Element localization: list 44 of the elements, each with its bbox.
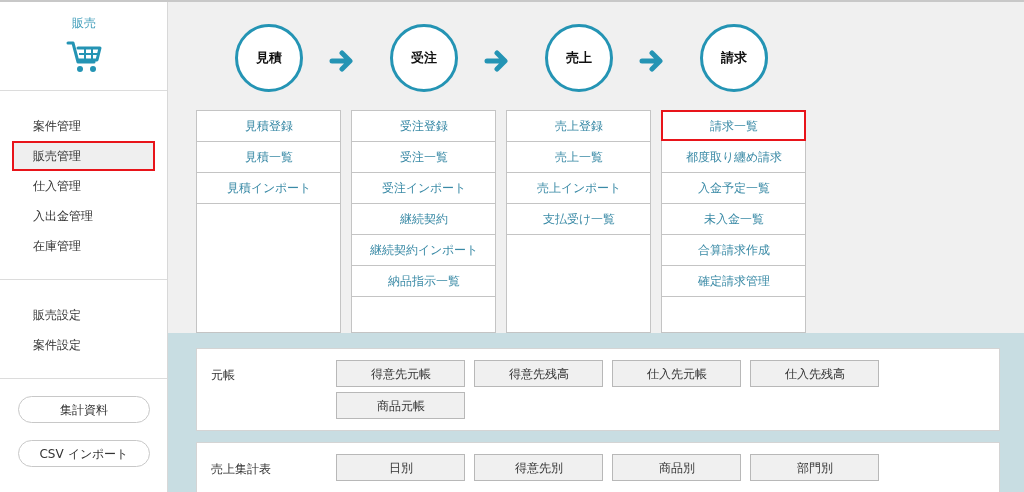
menu-link[interactable]: 継続契約 bbox=[352, 204, 495, 235]
report-button[interactable]: 得意先別 bbox=[474, 454, 603, 481]
menu-link[interactable]: 見積一覧 bbox=[197, 142, 340, 173]
sidebar-item[interactable]: 入出金管理 bbox=[12, 201, 155, 231]
menu-link[interactable]: 受注登録 bbox=[352, 111, 495, 142]
menu-link[interactable]: 見積登録 bbox=[197, 111, 340, 142]
sidebar-item[interactable]: 仕入管理 bbox=[12, 171, 155, 201]
menu-link[interactable]: 請求一覧 bbox=[661, 110, 806, 141]
report-button[interactable]: 仕入先元帳 bbox=[612, 360, 741, 387]
shopping-cart-icon bbox=[65, 40, 102, 74]
menu-link[interactable]: 支払受け一覧 bbox=[507, 204, 650, 235]
report-button[interactable]: 商品元帳 bbox=[336, 392, 465, 419]
menu-link[interactable]: 未入金一覧 bbox=[662, 204, 805, 235]
sidebar-item[interactable]: 案件管理 bbox=[12, 111, 155, 141]
menu-link[interactable]: 都度取り纏め請求 bbox=[662, 142, 805, 173]
sidebar-item[interactable]: 販売設定 bbox=[12, 300, 155, 330]
report-button[interactable]: 商品別 bbox=[612, 454, 741, 481]
report-button[interactable]: 得意先元帳 bbox=[336, 360, 465, 387]
menu-link[interactable]: 売上一覧 bbox=[507, 142, 650, 173]
sidebar-title: 販売 bbox=[71, 15, 96, 32]
menu-link[interactable]: 確定請求管理 bbox=[662, 266, 805, 297]
report-button[interactable]: 部門別 bbox=[750, 454, 879, 481]
menu-link[interactable]: 継続契約インポート bbox=[352, 235, 495, 266]
arrow-icon bbox=[329, 50, 355, 72]
report-button[interactable]: 得意先残高 bbox=[474, 360, 603, 387]
menu-link[interactable]: 受注インポート bbox=[352, 173, 495, 204]
menu-link[interactable]: 合算請求作成 bbox=[662, 235, 805, 266]
sidebar-item[interactable]: 案件設定 bbox=[12, 330, 155, 360]
menu-link[interactable]: 売上インポート bbox=[507, 173, 650, 204]
menu-link[interactable]: 受注一覧 bbox=[352, 142, 495, 173]
report-title: 売上集計表 bbox=[211, 461, 272, 478]
sidebar-item[interactable]: 在庫管理 bbox=[12, 231, 155, 261]
report-button[interactable]: 日別 bbox=[336, 454, 465, 481]
menu-link[interactable]: 売上登録 bbox=[507, 111, 650, 142]
menu-link[interactable]: 納品指示一覧 bbox=[352, 266, 495, 297]
report-button[interactable]: 仕入先残高 bbox=[750, 360, 879, 387]
menu-link[interactable]: 入金予定一覧 bbox=[662, 173, 805, 204]
menu-link[interactable]: 見積インポート bbox=[197, 173, 340, 204]
arrow-icon bbox=[484, 50, 510, 72]
sidebar-button[interactable]: CSV インポート bbox=[17, 440, 150, 467]
arrow-icon bbox=[639, 50, 665, 72]
sidebar-button[interactable]: 集計資料 bbox=[17, 396, 150, 423]
report-title: 元帳 bbox=[211, 367, 236, 384]
sidebar-item[interactable]: 販売管理 bbox=[12, 141, 155, 171]
